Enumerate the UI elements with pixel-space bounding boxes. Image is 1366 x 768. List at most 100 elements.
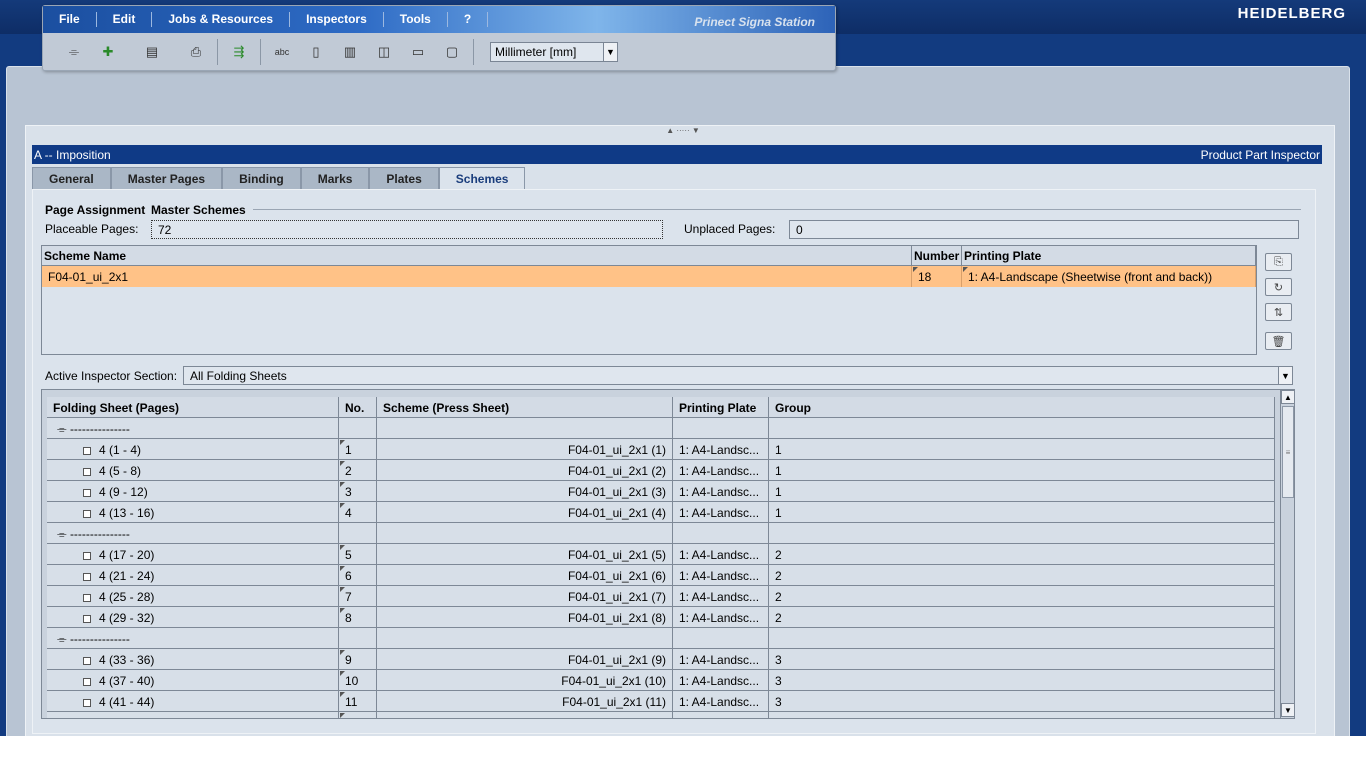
sheet-scheme: F04-01_ui_2x1 (4) [377, 502, 673, 522]
col-scheme-name[interactable]: Scheme Name [42, 246, 912, 266]
app-title: Prinect Signa Station [694, 15, 815, 29]
menu-tools[interactable]: Tools [384, 12, 448, 27]
col-scheme[interactable]: Scheme (Press Sheet) [377, 397, 673, 418]
table-row[interactable]: 4 (1 - 4) 1 F04-01_ui_2x1 (1) 1: A4-Landsc.… [47, 439, 1275, 460]
table-row[interactable]: 4 (25 - 28) 7 F04-01_ui_2x1 (7) 1: A4-Lands… [47, 586, 1275, 607]
table-row[interactable]: 4 (45 - 48) 12 F04-01_ui_2x1 (12)1: A4-Lan… [47, 712, 1275, 718]
sheet-checkbox[interactable] [83, 552, 91, 560]
page-icon[interactable]: ▭ [407, 41, 429, 63]
sheet-pages: 4 (41 - 44) [47, 691, 339, 711]
menu-help[interactable]: ? [448, 12, 489, 27]
sheet-checkbox[interactable] [83, 489, 91, 497]
col-printing-plate[interactable]: Printing Plate [962, 246, 1256, 266]
scroll-up-icon[interactable]: ▲ [1281, 390, 1294, 404]
tab-master-pages[interactable]: Master Pages [110, 167, 223, 189]
sheet-no-text: 10 [345, 674, 359, 688]
product-part-inspector-panel: ▲ ····· ▼ A -- Imposition Product Part I… [25, 125, 1335, 737]
sheet-checkbox[interactable] [83, 657, 91, 665]
active-inspector-label: Active Inspector Section: [45, 369, 178, 383]
group-row[interactable]: ⌯ --------------- [47, 523, 1275, 544]
col-group[interactable]: Group [769, 397, 1275, 418]
menu-jobs-resources[interactable]: Jobs & Resources [152, 12, 291, 27]
section-master-schemes[interactable]: Master Schemes [151, 203, 246, 217]
sheet-checkbox[interactable] [83, 510, 91, 518]
sheet-no-text: 3 [345, 485, 352, 499]
sheet-group: 1 [769, 439, 1275, 459]
col-folding-sheet[interactable]: Folding Sheet (Pages) [47, 397, 339, 418]
table-row[interactable]: 4 (33 - 36) 9 F04-01_ui_2x1 (9) 1: A4-Lands… [47, 649, 1275, 670]
doc-icon[interactable]: ▯ [305, 41, 327, 63]
col-number[interactable]: Number [912, 246, 962, 266]
folder-icon: ⌯ [57, 632, 70, 646]
table-row[interactable]: 4 (17 - 20) 5 F04-01_ui_2x1 (5) 1: A4-Lands… [47, 544, 1275, 565]
sheet-checkbox[interactable] [83, 678, 91, 686]
vertical-scrollbar[interactable]: ▲ ≡ ▼ [1280, 390, 1294, 718]
doc3-icon[interactable]: ◫ [373, 41, 395, 63]
blank-page-icon[interactable]: ▢ [441, 41, 463, 63]
tab-schemes[interactable]: Schemes [438, 167, 526, 189]
sheet-checkbox[interactable] [83, 447, 91, 455]
chevron-down-icon[interactable]: ▼ [1278, 367, 1292, 384]
table-row[interactable]: 4 (29 - 32) 8 F04-01_ui_2x1 (8) 1: A4-Lands… [47, 607, 1275, 628]
table-row[interactable]: 4 (41 - 44) 11 F04-01_ui_2x1 (11) 1: A4-Lan… [47, 691, 1275, 712]
scheme-row-number[interactable]: 18 [912, 266, 962, 287]
scheme-row-number-value: 18 [918, 270, 932, 284]
print-icon[interactable]: ⎙ [185, 41, 207, 63]
sheet-checkbox[interactable] [83, 573, 91, 581]
group-row[interactable]: ⌯ --------------- [47, 628, 1275, 649]
abc-icon[interactable]: abc [271, 41, 293, 63]
menu-toolbar-band: File Edit Jobs & Resources Inspectors To… [42, 5, 836, 71]
sheet-scheme: F04-01_ui_2x1 (3) [377, 481, 673, 501]
tab-binding[interactable]: Binding [222, 167, 301, 189]
active-inspector-select[interactable]: All Folding Sheets ▼ [183, 366, 1293, 385]
col-printing-plate[interactable]: Printing Plate [673, 397, 769, 418]
tab-plates[interactable]: Plates [369, 167, 439, 189]
sheet-pages-text: 4 (33 - 36) [99, 653, 155, 667]
menu-file[interactable]: File [43, 12, 97, 27]
table-row[interactable]: 4 (21 - 24) 6 F04-01_ui_2x1 (6) 1: A4-Lands… [47, 565, 1275, 586]
scroll-down-icon[interactable]: ▼ [1281, 703, 1294, 717]
new-icon[interactable]: ✚ [97, 41, 119, 63]
sheet-no: 2 [339, 460, 377, 480]
tab-general[interactable]: General [32, 167, 111, 189]
unit-select[interactable]: Millimeter [mm] ▼ [490, 42, 618, 62]
section-page-assignment[interactable]: Page Assignment [45, 203, 145, 217]
sheet-pages: 4 (1 - 4) [47, 439, 339, 459]
sheet-plate: 1: A4-Landsc... [673, 544, 769, 564]
sheet-checkbox[interactable] [83, 594, 91, 602]
table-row[interactable]: 4 (9 - 12) 3 F04-01_ui_2x1 (3) 1: A4-Landsc… [47, 481, 1275, 502]
sheet-pages: 4 (21 - 24) [47, 565, 339, 585]
scroll-thumb[interactable]: ≡ [1282, 406, 1294, 498]
save-icon[interactable]: ▤ [141, 41, 163, 63]
group-row[interactable]: ⌯ --------------- [47, 418, 1275, 439]
open-icon[interactable]: ⌯ [63, 41, 85, 63]
assign-scheme-button[interactable]: ⇅ [1265, 303, 1292, 321]
sheet-plate: 1: A4-Landsc... [673, 565, 769, 585]
sheet-pages-text: 4 (37 - 40) [99, 674, 155, 688]
edit-corner-icon [340, 461, 345, 466]
refresh-scheme-button[interactable]: ↻ [1265, 278, 1292, 296]
import-icon[interactable]: ⇶ [228, 41, 250, 63]
menu-inspectors[interactable]: Inspectors [290, 12, 384, 27]
menu-edit[interactable]: Edit [97, 12, 153, 27]
sheet-group: 3 [769, 649, 1275, 669]
delete-scheme-button[interactable]: 🗑 [1265, 332, 1292, 350]
table-row[interactable]: 4 (37 - 40) 10 F04-01_ui_2x1 (10) 1: A4-Lan… [47, 670, 1275, 691]
sheet-checkbox[interactable] [83, 468, 91, 476]
table-row[interactable]: 4 (5 - 8) 2 F04-01_ui_2x1 (2) 1: A4-Landsc.… [47, 460, 1275, 481]
folding-sheets-table: Folding Sheet (Pages) No. Scheme (Press Sh… [41, 389, 1295, 719]
doc2-icon[interactable]: ▥ [339, 41, 361, 63]
splitter-handle[interactable]: ▲ ····· ▼ [638, 126, 728, 135]
tab-marks[interactable]: Marks [300, 167, 370, 189]
edit-corner-icon [340, 650, 345, 655]
inspector-name: Product Part Inspector [1200, 147, 1320, 162]
placeable-pages-field[interactable]: 72 [151, 220, 663, 239]
replace-scheme-button[interactable]: ⎘ [1265, 253, 1292, 271]
scheme-row-name[interactable]: F04-01_ui_2x1 [42, 266, 912, 287]
table-row[interactable]: 4 (13 - 16) 4 F04-01_ui_2x1 (4) 1: A4-Lands… [47, 502, 1275, 523]
scheme-row-plate[interactable]: 1: A4-Landscape (Sheetwise (front and ba… [962, 266, 1256, 287]
sheet-checkbox[interactable] [83, 699, 91, 707]
col-no[interactable]: No. [339, 397, 377, 418]
chevron-down-icon[interactable]: ▼ [603, 43, 617, 61]
sheet-checkbox[interactable] [83, 615, 91, 623]
